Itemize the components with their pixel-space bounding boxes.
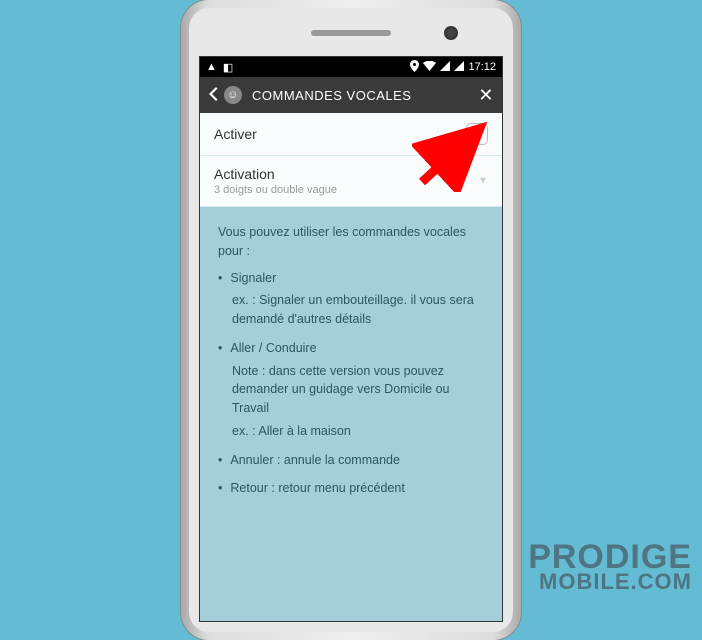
close-icon[interactable]: ✕ bbox=[478, 85, 494, 106]
info-panel: Vous pouvez utiliser les commandes vocal… bbox=[200, 207, 502, 524]
row-activate[interactable]: Activer bbox=[200, 113, 502, 156]
row-activation-label: Activation bbox=[214, 166, 275, 182]
back-icon[interactable] bbox=[208, 87, 218, 104]
list-item: Signaler ex. : Signaler un embouteillage… bbox=[218, 269, 484, 329]
info-intro: Vous pouvez utiliser les commandes vocal… bbox=[218, 223, 484, 261]
row-activate-label: Activer bbox=[214, 126, 257, 142]
wifi-icon bbox=[423, 61, 436, 74]
app-header: ☺ COMMANDES VOCALES ✕ bbox=[200, 77, 502, 113]
status-bar: ▲ ◧ 17:12 bbox=[200, 57, 502, 77]
info-list: Signaler ex. : Signaler un embouteillage… bbox=[218, 269, 484, 499]
signal-icon bbox=[440, 61, 450, 74]
page-title: COMMANDES VOCALES bbox=[252, 88, 411, 103]
vlc-icon: ▲ bbox=[206, 61, 217, 73]
activate-checkbox[interactable] bbox=[466, 123, 488, 145]
speaker-grille bbox=[311, 30, 391, 36]
location-icon bbox=[410, 60, 419, 75]
phone-body: ▲ ◧ 17:12 bbox=[189, 8, 513, 632]
watermark: PRODIGE MOBILE.COM bbox=[528, 542, 692, 592]
front-camera bbox=[444, 26, 458, 40]
list-item: Retour : retour menu précédent bbox=[218, 479, 484, 498]
list-item: Annuler : annule la commande bbox=[218, 451, 484, 470]
list-item: Aller / Conduire Note : dans cette versi… bbox=[218, 339, 484, 441]
chevron-down-icon: ▼ bbox=[478, 176, 488, 187]
signal-icon bbox=[454, 61, 464, 74]
phone-frame: ▲ ◧ 17:12 bbox=[181, 0, 521, 640]
row-activation[interactable]: Activation 3 doigts ou double vague ▼ bbox=[200, 156, 502, 207]
screen: ▲ ◧ 17:12 bbox=[199, 56, 503, 622]
notification-icon: ◧ bbox=[223, 61, 233, 74]
watermark-line2: MOBILE.COM bbox=[528, 572, 692, 592]
row-activation-subtitle: 3 doigts ou double vague bbox=[214, 184, 337, 196]
watermark-line1: PRODIGE bbox=[528, 542, 692, 573]
status-time: 17:12 bbox=[468, 61, 496, 73]
settings-list: Activer Activation 3 doigts ou double va… bbox=[200, 113, 502, 207]
app-logo-icon: ☺ bbox=[224, 86, 242, 104]
